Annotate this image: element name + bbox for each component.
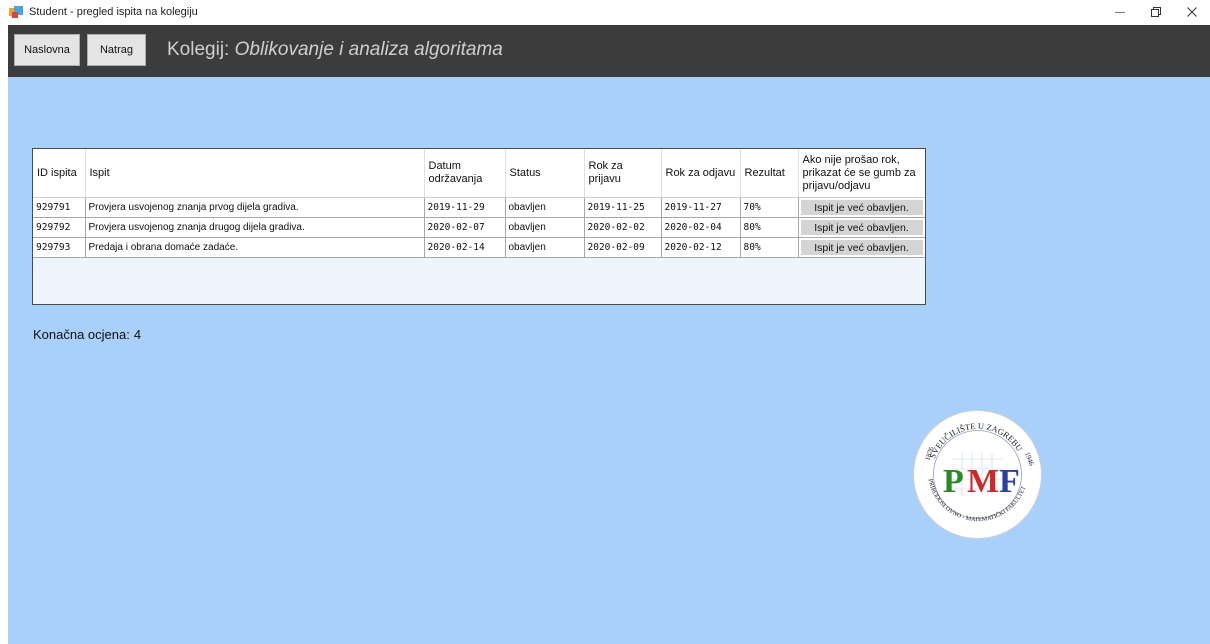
- cell-rok-prijava: 2020-02-09: [584, 237, 662, 258]
- header-bar: Naslovna Natrag Kolegij: Oblikovanje i a…: [8, 25, 1210, 77]
- cell-datum: 2019-11-29: [424, 197, 506, 218]
- pmf-logo: SVEUČILIŠTE U ZAGREBU PRIRODOSLOVNO - MA…: [913, 410, 1042, 539]
- cell-id: 929793: [33, 237, 86, 258]
- cell-id: 929791: [33, 197, 86, 218]
- cell-status: obavljen: [505, 237, 585, 258]
- cell-datum: 2020-02-14: [424, 237, 506, 258]
- logo-letter-m: M: [967, 463, 999, 500]
- minimize-icon[interactable]: —: [1102, 0, 1138, 24]
- window-titlebar: Student - pregled ispita na kolegiju —: [0, 0, 1210, 24]
- table-row[interactable]: 929792 Provjera usvojenog znanja drugog …: [33, 217, 925, 238]
- course-prefix: Kolegij:: [167, 39, 230, 60]
- exam-action-button[interactable]: Ispit je već obavljen.: [800, 240, 923, 255]
- col-header-akcija[interactable]: Ako nije prošao rok, prikazat će se gumb…: [798, 149, 925, 198]
- cell-ispit: Provjera usvojenog znanja prvog dijela g…: [85, 197, 425, 218]
- cell-rok-prijava: 2019-11-25: [584, 197, 662, 218]
- final-grade-value: 4: [133, 327, 142, 342]
- col-header-rok-odjava[interactable]: Rok za odjavu: [661, 149, 741, 198]
- app-icon: [9, 6, 23, 18]
- window-title: Student - pregled ispita na kolegiju: [29, 6, 198, 18]
- col-header-rok-prijava[interactable]: Rok za prijavu: [584, 149, 662, 198]
- col-header-status[interactable]: Status: [505, 149, 585, 198]
- cell-ispit: Provjera usvojenog znanja drugog dijela …: [85, 217, 425, 238]
- cell-ispit: Predaja i obrana domaće zadaće.: [85, 237, 425, 258]
- table-row[interactable]: 929791 Provjera usvojenog znanja prvog d…: [33, 197, 925, 218]
- col-header-id[interactable]: ID ispita: [33, 149, 86, 198]
- back-button[interactable]: Natrag: [87, 34, 146, 66]
- logo-letter-f: F: [999, 463, 1020, 500]
- cell-id: 929792: [33, 217, 86, 238]
- home-button[interactable]: Naslovna: [14, 34, 80, 66]
- window-controls: —: [1102, 0, 1210, 24]
- table-row[interactable]: 929793 Predaja i obrana domaće zadaće. 2…: [33, 237, 925, 258]
- col-header-rezultat[interactable]: Rezultat: [740, 149, 799, 198]
- restore-icon[interactable]: [1138, 0, 1174, 24]
- col-header-ispit[interactable]: Ispit: [85, 149, 425, 198]
- course-title: Kolegij: Oblikovanje i analiza algoritam…: [167, 39, 503, 61]
- close-icon[interactable]: [1174, 0, 1210, 24]
- exam-action-button[interactable]: Ispit je već obavljen.: [800, 220, 923, 235]
- cell-akcija: Ispit je već obavljen.: [798, 197, 925, 218]
- cell-rok-prijava: 2020-02-02: [584, 217, 662, 238]
- minimize-glyph: —: [1115, 6, 1125, 18]
- cell-status: obavljen: [505, 197, 585, 218]
- col-header-datum[interactable]: Datum održavanja: [424, 149, 506, 198]
- cell-rok-odjava: 2020-02-04: [661, 217, 741, 238]
- exams-table: ID ispita Ispit Datum održavanja Status …: [33, 149, 925, 258]
- table-header-row: ID ispita Ispit Datum održavanja Status …: [33, 149, 925, 198]
- cell-status: obavljen: [505, 217, 585, 238]
- cell-rezultat: 80%: [740, 217, 799, 238]
- cell-rezultat: 80%: [740, 237, 799, 258]
- final-grade-label: Konačna ocjena:: [33, 327, 130, 342]
- course-name: Oblikovanje i analiza algoritama: [234, 39, 503, 60]
- cell-rok-odjava: 2019-11-27: [661, 197, 741, 218]
- exam-action-button[interactable]: Ispit je već obavljen.: [800, 200, 923, 215]
- cell-akcija: Ispit je već obavljen.: [798, 237, 925, 258]
- cell-akcija: Ispit je već obavljen.: [798, 217, 925, 238]
- exams-grid[interactable]: ID ispita Ispit Datum održavanja Status …: [32, 148, 926, 305]
- cell-rezultat: 70%: [740, 197, 799, 218]
- cell-rok-odjava: 2020-02-12: [661, 237, 741, 258]
- final-grade: Konačna ocjena: 4: [33, 327, 141, 342]
- logo-letter-p: P: [943, 463, 964, 500]
- cell-datum: 2020-02-07: [424, 217, 506, 238]
- app-area: Naslovna Natrag Kolegij: Oblikovanje i a…: [8, 25, 1210, 644]
